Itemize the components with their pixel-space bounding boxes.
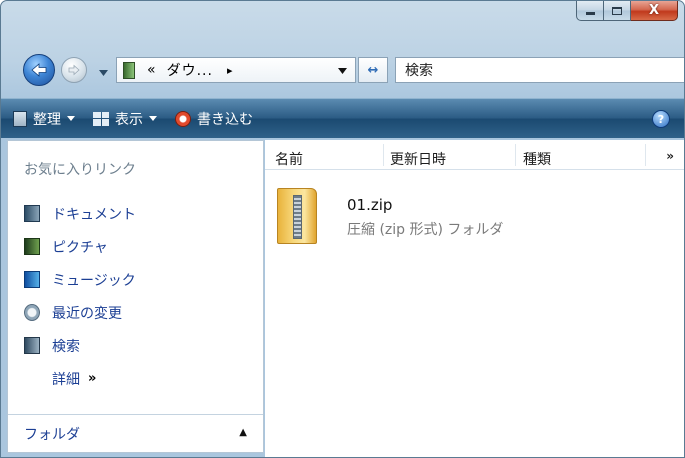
- column-headers: 名前 更新日時 種類 »: [265, 140, 684, 170]
- arrow-right-icon: [68, 64, 80, 76]
- views-label: 表示: [115, 111, 143, 128]
- double-chevron-icon: »: [88, 371, 97, 386]
- folder-icon: [123, 61, 135, 79]
- link-label: ミュージック: [52, 272, 136, 289]
- organize-label: 整理: [33, 111, 61, 128]
- link-documents[interactable]: ドキュメント: [8, 197, 263, 230]
- link-music[interactable]: ミュージック: [8, 263, 263, 296]
- more-links-button[interactable]: 詳細 »: [8, 362, 263, 395]
- navigation-bar: « ダウ... ▸ ↔ 検索: [1, 51, 684, 89]
- minimize-icon: [585, 12, 595, 15]
- caption-buttons: X: [576, 1, 678, 21]
- recent-icon: [24, 304, 40, 321]
- documents-icon: [24, 205, 40, 222]
- zip-folder-icon: [277, 188, 317, 244]
- folders-toggle[interactable]: フォルダ ▲: [8, 414, 263, 452]
- close-icon: X: [648, 3, 660, 18]
- search-placeholder: 検索: [405, 63, 433, 79]
- file-type: 圧縮 (zip 形式) フォルダ: [347, 222, 504, 238]
- favorite-links-list: ドキュメント ピクチャ ミュージック 最近の変更 検索 詳細 »: [8, 197, 263, 395]
- column-divider[interactable]: [383, 144, 384, 166]
- searches-icon: [24, 337, 40, 354]
- column-divider[interactable]: [645, 144, 646, 166]
- column-header-date[interactable]: 更新日時: [390, 149, 446, 169]
- explorer-window: X « ダウ... ▸ ↔ 検索 整理 表示 書き込む ? お気に入りリンク ド…: [0, 0, 685, 458]
- link-pictures[interactable]: ピクチャ: [8, 230, 263, 263]
- chevron-up-icon: ▲: [239, 427, 247, 438]
- forward-button[interactable]: [61, 57, 87, 83]
- search-input[interactable]: 検索: [395, 57, 684, 83]
- burn-label: 書き込む: [197, 111, 253, 128]
- link-label: ピクチャ: [52, 239, 108, 256]
- folders-label: フォルダ: [24, 426, 80, 443]
- views-button[interactable]: 表示: [93, 109, 157, 129]
- file-name: 01.zip: [347, 196, 393, 214]
- burn-disc-icon: [175, 110, 191, 127]
- address-prefix[interactable]: «: [147, 62, 157, 78]
- link-searches[interactable]: 検索: [8, 329, 263, 362]
- breadcrumb-chevron-icon[interactable]: ▸: [227, 64, 233, 77]
- help-icon: ?: [657, 112, 665, 126]
- recent-pages-dropdown[interactable]: [99, 65, 108, 80]
- help-button[interactable]: ?: [652, 110, 670, 128]
- music-icon: [24, 271, 40, 288]
- link-recent[interactable]: 最近の変更: [8, 296, 263, 329]
- refresh-icon: ↔: [367, 62, 379, 78]
- maximize-button[interactable]: [604, 1, 631, 21]
- more-columns-chevron-icon[interactable]: »: [666, 149, 674, 163]
- chevron-down-icon: [99, 70, 108, 76]
- organize-icon: [13, 110, 27, 127]
- chevron-down-icon: [67, 116, 75, 121]
- column-divider[interactable]: [515, 144, 516, 166]
- link-label: 最近の変更: [52, 305, 122, 322]
- address-dropdown-icon[interactable]: [338, 68, 347, 74]
- command-bar: 整理 表示 書き込む ?: [1, 98, 684, 138]
- column-header-type[interactable]: 種類: [523, 149, 551, 169]
- refresh-button[interactable]: ↔: [358, 57, 388, 83]
- arrow-left-icon: [31, 63, 47, 77]
- favorite-links-heading: お気に入りリンク: [24, 162, 136, 178]
- address-bar[interactable]: « ダウ... ▸: [116, 57, 356, 83]
- back-button[interactable]: [23, 54, 55, 86]
- column-header-name[interactable]: 名前: [275, 149, 303, 169]
- views-icon: [93, 111, 109, 126]
- minimize-button[interactable]: [576, 1, 604, 21]
- organize-button[interactable]: 整理: [13, 109, 75, 129]
- link-label: 検索: [52, 338, 80, 355]
- file-list-pane: 名前 更新日時 種類 » 01.zip 圧縮 (zip 形式) フォルダ: [265, 140, 684, 457]
- maximize-icon: [612, 6, 622, 15]
- chevron-down-icon: [149, 116, 157, 121]
- close-button[interactable]: X: [631, 1, 678, 21]
- navigation-pane: お気に入りリンク ドキュメント ピクチャ ミュージック 最近の変更 検索 詳細 …: [7, 140, 264, 453]
- burn-button[interactable]: 書き込む: [175, 109, 253, 129]
- link-label: ドキュメント: [52, 206, 136, 223]
- address-path[interactable]: ダウ...: [167, 60, 213, 80]
- file-item[interactable]: 01.zip 圧縮 (zip 形式) フォルダ: [273, 188, 573, 246]
- more-label: 詳細: [52, 371, 80, 388]
- pictures-icon: [24, 238, 40, 255]
